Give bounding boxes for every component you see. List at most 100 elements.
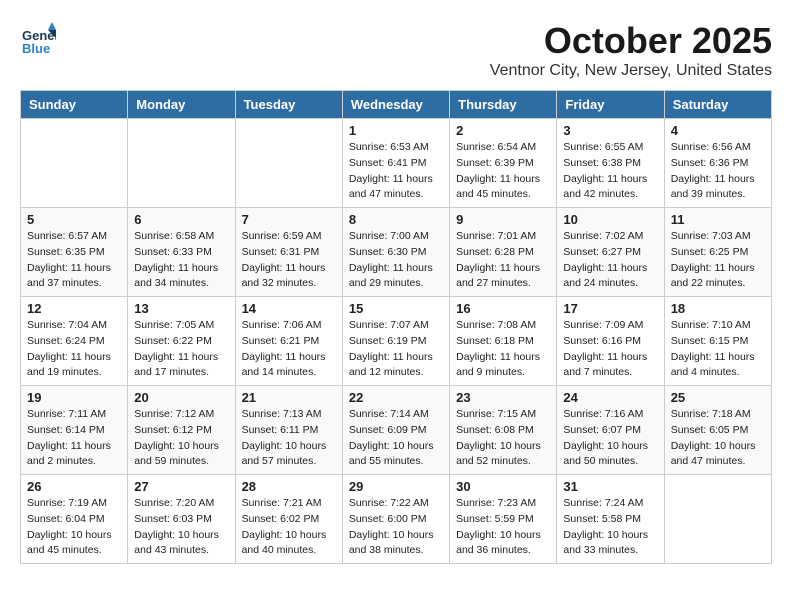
calendar-cell: 18 Sunrise: 7:10 AM Sunset: 6:15 PM Dayli…	[664, 297, 771, 386]
day-number: 16	[456, 301, 550, 316]
calendar-cell: 7 Sunrise: 6:59 AM Sunset: 6:31 PM Daylig…	[235, 208, 342, 297]
day-number: 19	[27, 390, 121, 405]
day-number: 1	[349, 123, 443, 138]
day-info: Sunrise: 7:07 AM Sunset: 6:19 PM Dayligh…	[349, 318, 443, 381]
calendar-cell: 10 Sunrise: 7:02 AM Sunset: 6:27 PM Dayli…	[557, 208, 664, 297]
day-info: Sunrise: 7:05 AM Sunset: 6:22 PM Dayligh…	[134, 318, 228, 381]
day-info: Sunrise: 7:19 AM Sunset: 6:04 PM Dayligh…	[27, 496, 121, 559]
calendar-cell: 16 Sunrise: 7:08 AM Sunset: 6:18 PM Dayli…	[450, 297, 557, 386]
location-title: Ventnor City, New Jersey, United States	[490, 62, 772, 80]
calendar-cell: 17Sunrise: 7:09 AM Sunset: 6:16 PM Dayli…	[557, 297, 664, 386]
day-info: Sunrise: 7:14 AM Sunset: 6:09 PM Dayligh…	[349, 407, 443, 470]
day-number: 13	[134, 301, 228, 316]
calendar-cell: 20 Sunrise: 7:12 AM Sunset: 6:12 PM Dayli…	[128, 386, 235, 475]
calendar-cell: 3 Sunrise: 6:55 AM Sunset: 6:38 PM Daylig…	[557, 119, 664, 208]
day-number: 10	[563, 212, 657, 227]
calendar-cell: 14Sunrise: 7:06 AM Sunset: 6:21 PM Dayli…	[235, 297, 342, 386]
calendar-cell: 4 Sunrise: 6:56 AM Sunset: 6:36 PM Daylig…	[664, 119, 771, 208]
day-number: 18	[671, 301, 765, 316]
weekday-header-tuesday: Tuesday	[235, 91, 342, 119]
day-info: Sunrise: 6:58 AM Sunset: 6:33 PM Dayligh…	[134, 229, 228, 292]
day-info: Sunrise: 6:55 AM Sunset: 6:38 PM Dayligh…	[563, 140, 657, 203]
day-number: 7	[242, 212, 336, 227]
calendar-cell: 29 Sunrise: 7:22 AM Sunset: 6:00 PM Dayli…	[342, 475, 449, 564]
day-number: 14	[242, 301, 336, 316]
weekday-header-thursday: Thursday	[450, 91, 557, 119]
calendar-table: SundayMondayTuesdayWednesdayThursdayFrid…	[20, 90, 772, 564]
day-number: 5	[27, 212, 121, 227]
calendar-cell: 22 Sunrise: 7:14 AM Sunset: 6:09 PM Dayli…	[342, 386, 449, 475]
day-number: 17	[563, 301, 657, 316]
day-number: 15	[349, 301, 443, 316]
calendar-cell: 5 Sunrise: 6:57 AM Sunset: 6:35 PM Daylig…	[21, 208, 128, 297]
day-info: Sunrise: 6:54 AM Sunset: 6:39 PM Dayligh…	[456, 140, 550, 203]
day-number: 29	[349, 479, 443, 494]
day-number: 27	[134, 479, 228, 494]
day-info: Sunrise: 7:18 AM Sunset: 6:05 PM Dayligh…	[671, 407, 765, 470]
day-info: Sunrise: 7:23 AM Sunset: 5:59 PM Dayligh…	[456, 496, 550, 559]
calendar-week-1: 1 Sunrise: 6:53 AM Sunset: 6:41 PM Daylig…	[21, 119, 772, 208]
calendar-cell: 6Sunrise: 6:58 AM Sunset: 6:33 PM Daylig…	[128, 208, 235, 297]
calendar-week-4: 19Sunrise: 7:11 AM Sunset: 6:14 PM Dayli…	[21, 386, 772, 475]
calendar-cell: 12 Sunrise: 7:04 AM Sunset: 6:24 PM Dayli…	[21, 297, 128, 386]
calendar-cell: 9 Sunrise: 7:01 AM Sunset: 6:28 PM Daylig…	[450, 208, 557, 297]
day-number: 25	[671, 390, 765, 405]
calendar-cell: 11 Sunrise: 7:03 AM Sunset: 6:25 PM Dayli…	[664, 208, 771, 297]
day-number: 31	[563, 479, 657, 494]
day-info: Sunrise: 6:57 AM Sunset: 6:35 PM Dayligh…	[27, 229, 121, 292]
calendar-cell	[664, 475, 771, 564]
day-info: Sunrise: 7:04 AM Sunset: 6:24 PM Dayligh…	[27, 318, 121, 381]
weekday-header-saturday: Saturday	[664, 91, 771, 119]
day-number: 28	[242, 479, 336, 494]
day-info: Sunrise: 7:01 AM Sunset: 6:28 PM Dayligh…	[456, 229, 550, 292]
day-info: Sunrise: 7:03 AM Sunset: 6:25 PM Dayligh…	[671, 229, 765, 292]
day-info: Sunrise: 7:15 AM Sunset: 6:08 PM Dayligh…	[456, 407, 550, 470]
day-number: 8	[349, 212, 443, 227]
day-info: Sunrise: 7:20 AM Sunset: 6:03 PM Dayligh…	[134, 496, 228, 559]
calendar-cell: 13 Sunrise: 7:05 AM Sunset: 6:22 PM Dayli…	[128, 297, 235, 386]
calendar-body: 1 Sunrise: 6:53 AM Sunset: 6:41 PM Daylig…	[21, 119, 772, 564]
day-info: Sunrise: 7:02 AM Sunset: 6:27 PM Dayligh…	[563, 229, 657, 292]
day-number: 30	[456, 479, 550, 494]
calendar-cell: 30 Sunrise: 7:23 AM Sunset: 5:59 PM Dayli…	[450, 475, 557, 564]
weekday-header-monday: Monday	[128, 91, 235, 119]
calendar-cell: 31Sunrise: 7:24 AM Sunset: 5:58 PM Dayli…	[557, 475, 664, 564]
day-number: 11	[671, 212, 765, 227]
day-number: 23	[456, 390, 550, 405]
day-number: 3	[563, 123, 657, 138]
day-info: Sunrise: 7:21 AM Sunset: 6:02 PM Dayligh…	[242, 496, 336, 559]
calendar-cell	[128, 119, 235, 208]
day-number: 9	[456, 212, 550, 227]
calendar-cell: 15 Sunrise: 7:07 AM Sunset: 6:19 PM Dayli…	[342, 297, 449, 386]
day-number: 21	[242, 390, 336, 405]
svg-text:Blue: Blue	[22, 41, 50, 56]
weekday-header-wednesday: Wednesday	[342, 91, 449, 119]
day-info: Sunrise: 6:59 AM Sunset: 6:31 PM Dayligh…	[242, 229, 336, 292]
calendar-cell: 8 Sunrise: 7:00 AM Sunset: 6:30 PM Daylig…	[342, 208, 449, 297]
calendar-cell: 2Sunrise: 6:54 AM Sunset: 6:39 PM Daylig…	[450, 119, 557, 208]
logo-icon: General Blue	[20, 20, 56, 56]
day-info: Sunrise: 7:08 AM Sunset: 6:18 PM Dayligh…	[456, 318, 550, 381]
weekday-header-row: SundayMondayTuesdayWednesdayThursdayFrid…	[21, 91, 772, 119]
day-info: Sunrise: 7:22 AM Sunset: 6:00 PM Dayligh…	[349, 496, 443, 559]
logo: General Blue	[20, 20, 56, 56]
day-info: Sunrise: 7:12 AM Sunset: 6:12 PM Dayligh…	[134, 407, 228, 470]
calendar-week-5: 26Sunrise: 7:19 AM Sunset: 6:04 PM Dayli…	[21, 475, 772, 564]
calendar-cell: 28 Sunrise: 7:21 AM Sunset: 6:02 PM Dayli…	[235, 475, 342, 564]
weekday-header-sunday: Sunday	[21, 91, 128, 119]
page-header: General Blue October 2025 Ventnor City, …	[20, 20, 772, 80]
day-number: 22	[349, 390, 443, 405]
day-info: Sunrise: 7:10 AM Sunset: 6:15 PM Dayligh…	[671, 318, 765, 381]
calendar-cell	[235, 119, 342, 208]
day-number: 4	[671, 123, 765, 138]
calendar-cell: 23 Sunrise: 7:15 AM Sunset: 6:08 PM Dayli…	[450, 386, 557, 475]
day-number: 20	[134, 390, 228, 405]
day-info: Sunrise: 6:56 AM Sunset: 6:36 PM Dayligh…	[671, 140, 765, 203]
calendar-cell: 27 Sunrise: 7:20 AM Sunset: 6:03 PM Dayli…	[128, 475, 235, 564]
day-number: 12	[27, 301, 121, 316]
day-info: Sunrise: 7:00 AM Sunset: 6:30 PM Dayligh…	[349, 229, 443, 292]
day-info: Sunrise: 6:53 AM Sunset: 6:41 PM Dayligh…	[349, 140, 443, 203]
calendar-week-3: 12 Sunrise: 7:04 AM Sunset: 6:24 PM Dayli…	[21, 297, 772, 386]
month-title: October 2025	[490, 20, 772, 62]
calendar-cell: 1 Sunrise: 6:53 AM Sunset: 6:41 PM Daylig…	[342, 119, 449, 208]
